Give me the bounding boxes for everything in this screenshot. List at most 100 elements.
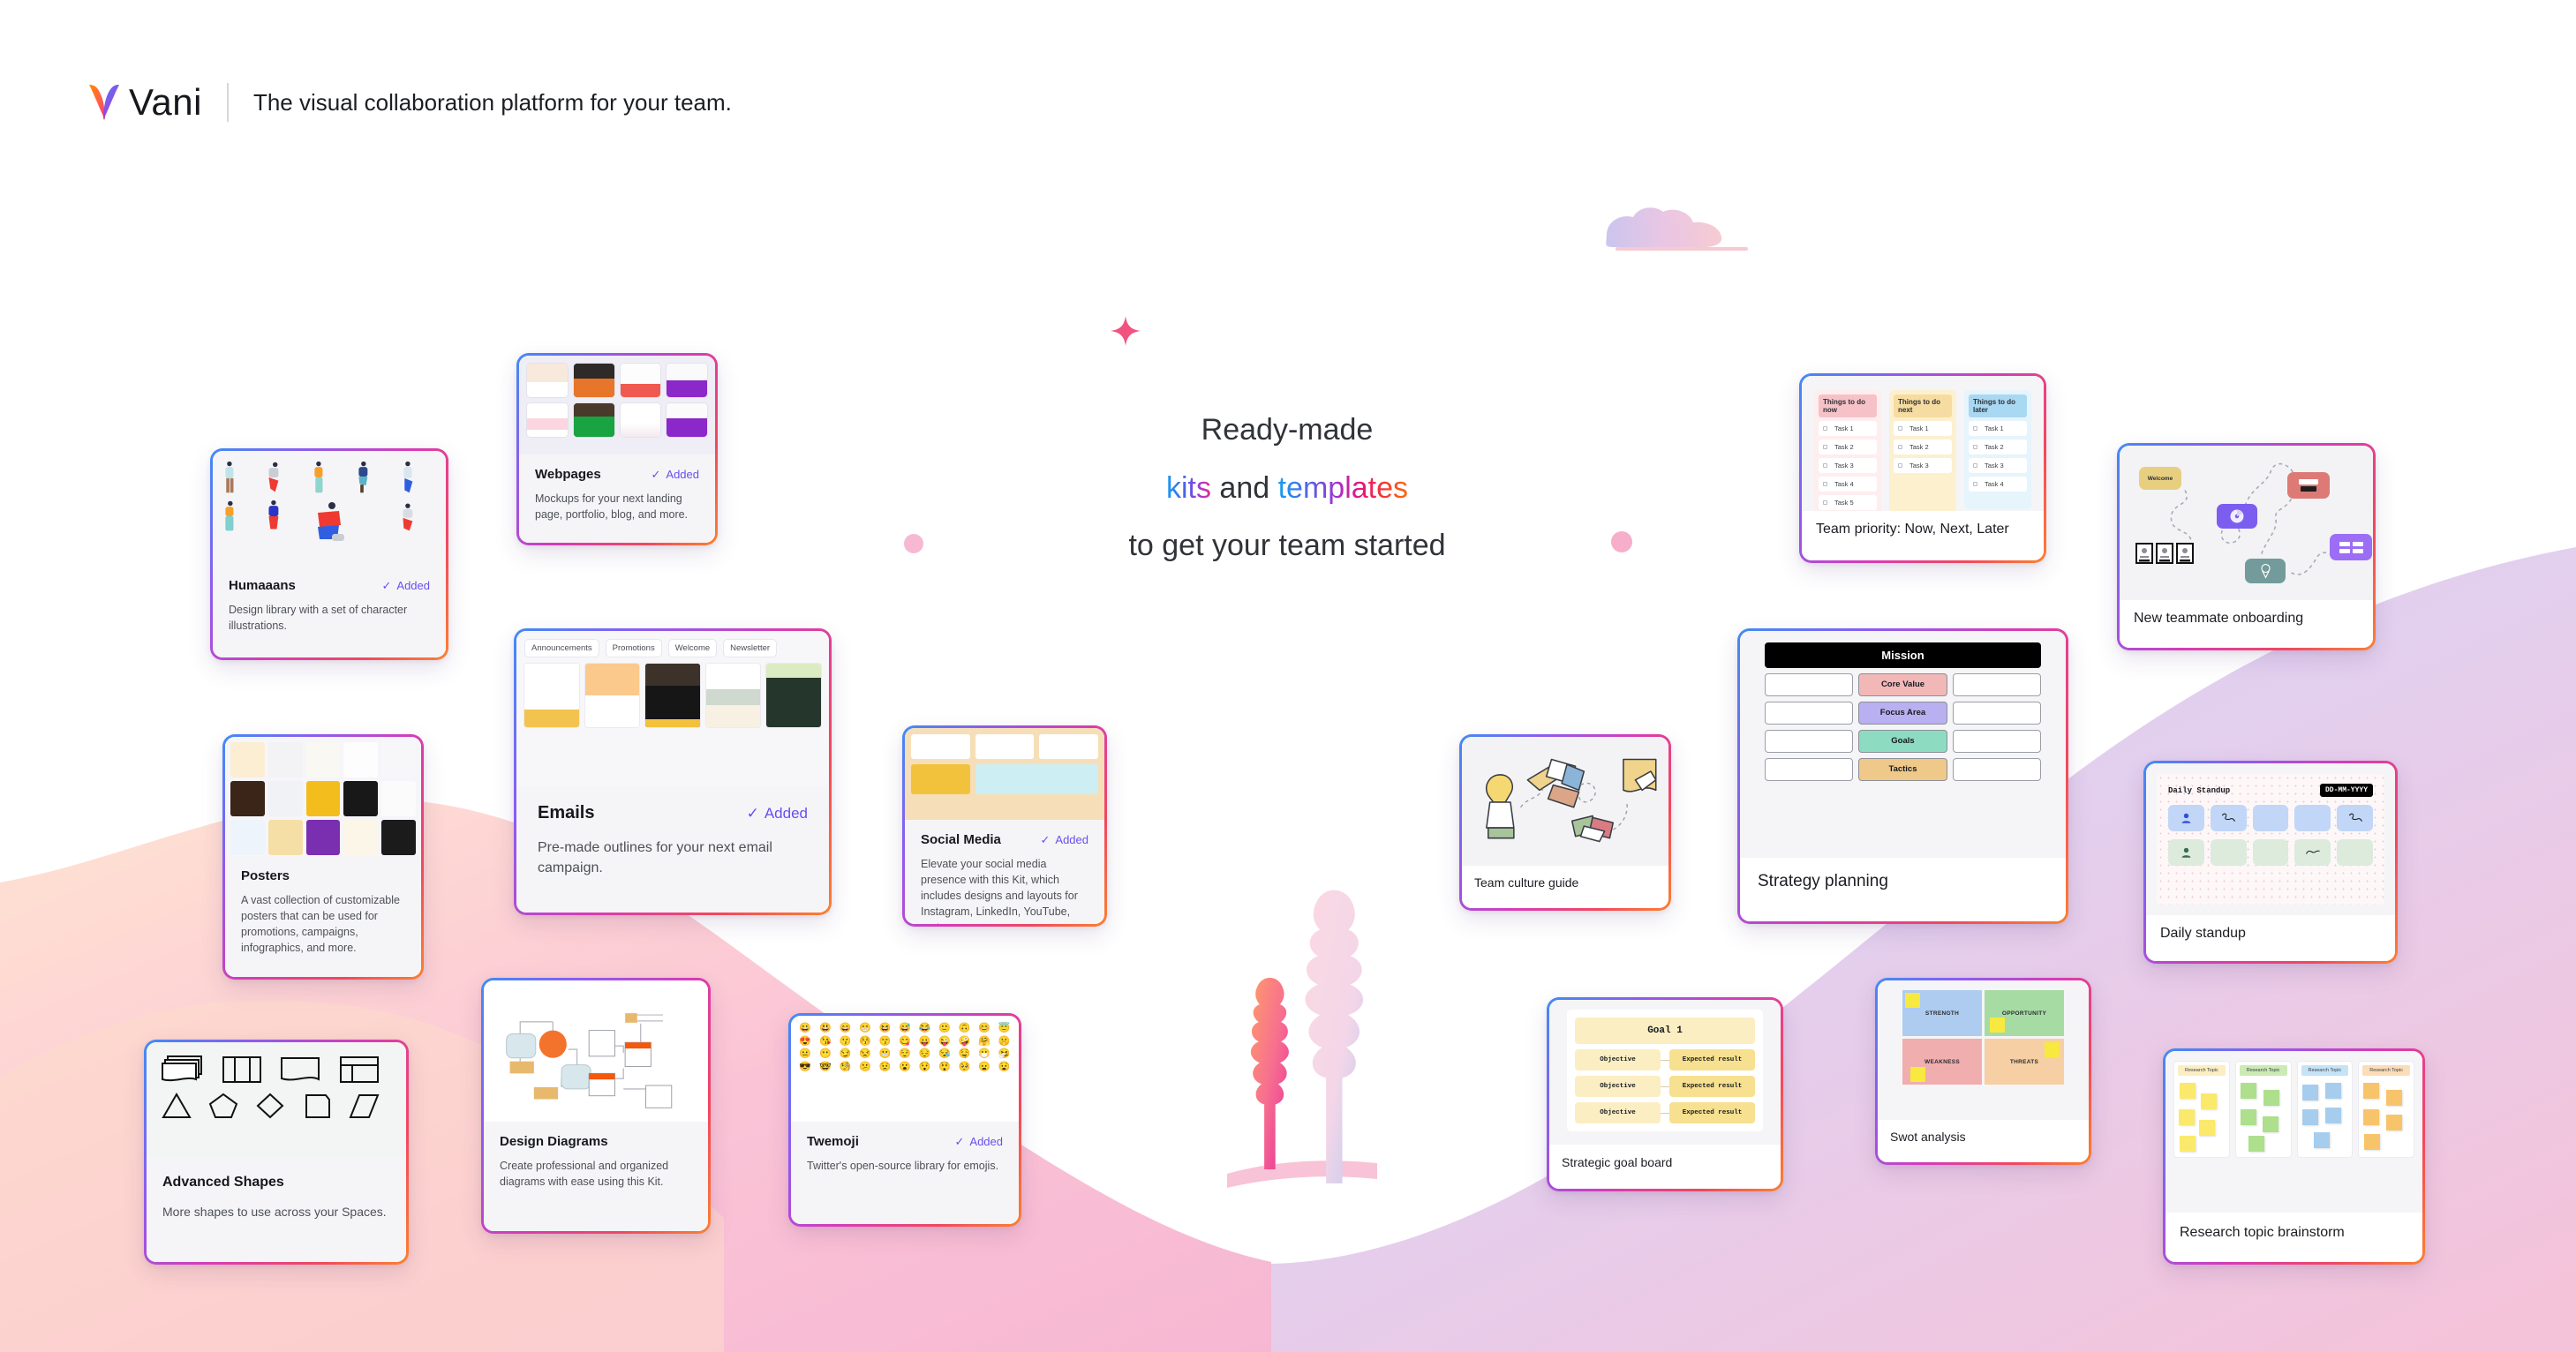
- sticky-note[interactable]: [2045, 1042, 2060, 1057]
- standup-cell[interactable]: [2168, 805, 2204, 831]
- template-card-daily-standup[interactable]: Daily Standup DD-MM-YYYY Daily standup: [2143, 761, 2398, 964]
- scribble-icon: [2222, 813, 2236, 822]
- kit-title: Design Diagrams: [500, 1134, 608, 1149]
- sticky-note[interactable]: [2240, 1109, 2256, 1125]
- kit-card-social-media[interactable]: Social Media ✓ Added Elevate your social…: [902, 725, 1107, 927]
- standup-date-badge[interactable]: DD-MM-YYYY: [2319, 784, 2373, 797]
- sticky-note[interactable]: [1910, 1067, 1925, 1082]
- task-checkbox[interactable]: [1973, 426, 1977, 431]
- strategy-blank-cell[interactable]: [1765, 730, 1854, 753]
- sticky-note[interactable]: [2386, 1090, 2403, 1106]
- sticky-note[interactable]: [2180, 1136, 2196, 1152]
- column-header: Research Topic: [2301, 1065, 2349, 1076]
- task-checkbox[interactable]: [1898, 463, 1902, 468]
- stack-shape-icon: [162, 1055, 202, 1082]
- standup-cell[interactable]: [2252, 805, 2289, 831]
- sticky-note[interactable]: [2363, 1109, 2380, 1125]
- template-title: Strategy planning: [1758, 872, 1888, 890]
- sticky-note[interactable]: [2180, 1083, 2196, 1099]
- kit-card-twemoji[interactable]: 😀 😃 😄 😁 😆 😅 😂 🙂 🙃 😊 😇 😍 😘 😗 😚 😙 😋 😛 😜 🤪 🤗 🤫 😐 😶 😏 😒 😬 😌 😔 😪 🤤 😷 🤧 😎 🤓 🧐 😕…: [788, 1013, 1021, 1227]
- sticky-note[interactable]: [2179, 1109, 2195, 1125]
- sticky-note[interactable]: [2301, 1085, 2318, 1100]
- standup-cell[interactable]: [2210, 839, 2247, 866]
- sticky-note[interactable]: [2262, 1116, 2278, 1132]
- kit-card-webpages[interactable]: Webpages ✓ Added Mockups for your next l…: [516, 353, 718, 545]
- objective-cell[interactable]: Objective: [1575, 1049, 1661, 1070]
- email-category-tabs[interactable]: Announcements Promotions Welcome Newslet…: [516, 631, 829, 661]
- template-card-new-teammate-onboarding[interactable]: Welcome New teammate onboarding: [2117, 443, 2376, 650]
- objective-cell[interactable]: Objective: [1575, 1076, 1661, 1097]
- sticky-note[interactable]: [2201, 1093, 2217, 1109]
- standup-cell[interactable]: [2252, 839, 2289, 866]
- strategy-blank-cell[interactable]: [1952, 702, 2041, 725]
- standup-cell[interactable]: [2294, 839, 2331, 866]
- email-tab[interactable]: Announcements: [524, 639, 599, 657]
- standup-cell[interactable]: [2337, 805, 2373, 831]
- template-card-strategic-goal-board[interactable]: Goal 1 Objective Expected result Objecti…: [1547, 997, 1783, 1191]
- expected-result-cell[interactable]: Expected result: [1669, 1076, 1755, 1097]
- swot-label: STRENGTH: [1924, 1010, 1960, 1017]
- sticky-note[interactable]: [2363, 1083, 2380, 1099]
- email-tab[interactable]: Welcome: [667, 639, 718, 657]
- sticky-note[interactable]: [2240, 1083, 2256, 1099]
- kit-description: Pre-made outlines for your next email ca…: [538, 840, 772, 876]
- task-checkbox[interactable]: [1823, 463, 1827, 468]
- task-checkbox[interactable]: [1823, 445, 1827, 449]
- standup-cell[interactable]: [2168, 839, 2204, 866]
- template-card-research-topic-brainstorm[interactable]: Research Topic Research Topic Research T…: [2163, 1048, 2425, 1265]
- kit-card-humaaans[interactable]: Humaaans ✓ Added Design library with a s…: [210, 448, 448, 660]
- poster-thumbnails: [225, 737, 421, 856]
- strategy-blank-cell[interactable]: [1765, 758, 1854, 781]
- template-card-team-culture-guide[interactable]: Team culture guide: [1459, 734, 1671, 911]
- sticky-note[interactable]: [2324, 1083, 2341, 1099]
- standup-cell[interactable]: [2210, 805, 2247, 831]
- standup-cell[interactable]: [2294, 805, 2331, 831]
- column-header: Research Topic: [2362, 1065, 2410, 1076]
- strategy-blank-cell[interactable]: [1765, 673, 1854, 696]
- expected-result-cell[interactable]: Expected result: [1669, 1049, 1755, 1070]
- task-checkbox[interactable]: [1973, 445, 1977, 449]
- strategy-blank-cell[interactable]: [1952, 730, 2041, 753]
- brand-logo[interactable]: Vani: [88, 81, 202, 124]
- sticky-note[interactable]: [1990, 1018, 2005, 1033]
- sticky-note[interactable]: [2313, 1132, 2330, 1148]
- sticky-note[interactable]: [1905, 993, 1920, 1008]
- task-checkbox[interactable]: [1823, 500, 1827, 505]
- kit-card-advanced-shapes[interactable]: Advanced Shapes More shapes to use acros…: [144, 1040, 409, 1265]
- swot-strength[interactable]: STRENGTH: [1902, 990, 1982, 1036]
- sticky-note[interactable]: [2324, 1108, 2341, 1123]
- task-checkbox[interactable]: [1973, 482, 1977, 486]
- strategy-blank-cell[interactable]: [1952, 758, 2041, 781]
- sticky-note[interactable]: [2386, 1115, 2403, 1130]
- strategy-blank-cell[interactable]: [1952, 673, 2041, 696]
- swot-opportunity[interactable]: OPPORTUNITY: [1985, 990, 2064, 1036]
- sticky-note[interactable]: [2248, 1136, 2264, 1152]
- scribble-icon: [2348, 813, 2362, 822]
- standup-cell[interactable]: [2337, 839, 2373, 866]
- sticky-note[interactable]: [2301, 1109, 2318, 1125]
- kit-card-posters[interactable]: Posters A vast collection of customizabl…: [222, 734, 424, 980]
- task-checkbox[interactable]: [1898, 445, 1902, 449]
- sticky-note[interactable]: [2199, 1120, 2215, 1136]
- strategy-blank-cell[interactable]: [1765, 702, 1854, 725]
- expected-result-cell[interactable]: Expected result: [1669, 1102, 1755, 1123]
- template-card-swot-analysis[interactable]: STRENGTH OPPORTUNITY WEAKNESS THREATS Sw…: [1875, 978, 2091, 1165]
- torn-paper-shape-icon: [281, 1057, 320, 1081]
- swot-weakness[interactable]: WEAKNESS: [1902, 1039, 1982, 1085]
- twemoji-preview: 😀 😃 😄 😁 😆 😅 😂 🙂 🙃 😊 😇 😍 😘 😗 😚 😙 😋 😛 😜 🤪 🤗 🤫 😐 😶 😏 😒 😬 😌 😔 😪 🤤 😷 🤧 😎 🤓 🧐 😕…: [791, 1016, 1019, 1122]
- sticky-note[interactable]: [2364, 1134, 2381, 1150]
- kit-card-design-diagrams[interactable]: Design Diagrams Create professional and …: [481, 978, 711, 1234]
- template-card-team-priority[interactable]: Things to do now Task 1 Task 2 Task 3 Ta…: [1799, 373, 2046, 563]
- email-tab[interactable]: Newsletter: [723, 639, 778, 657]
- objective-cell[interactable]: Objective: [1575, 1102, 1661, 1123]
- task-checkbox[interactable]: [1973, 463, 1977, 468]
- task-checkbox[interactable]: [1823, 482, 1827, 486]
- webpages-body: Webpages ✓ Added Mockups for your next l…: [519, 454, 715, 543]
- sticky-note[interactable]: [2263, 1090, 2279, 1106]
- template-card-strategy-planning[interactable]: Mission Core Value Focus Area Goals Tact…: [1737, 628, 2068, 924]
- email-tab[interactable]: Promotions: [605, 639, 662, 657]
- task-checkbox[interactable]: [1898, 426, 1902, 431]
- swot-threats[interactable]: THREATS: [1985, 1039, 2064, 1085]
- task-checkbox[interactable]: [1823, 426, 1827, 431]
- kit-card-emails[interactable]: Announcements Promotions Welcome Newslet…: [514, 628, 832, 915]
